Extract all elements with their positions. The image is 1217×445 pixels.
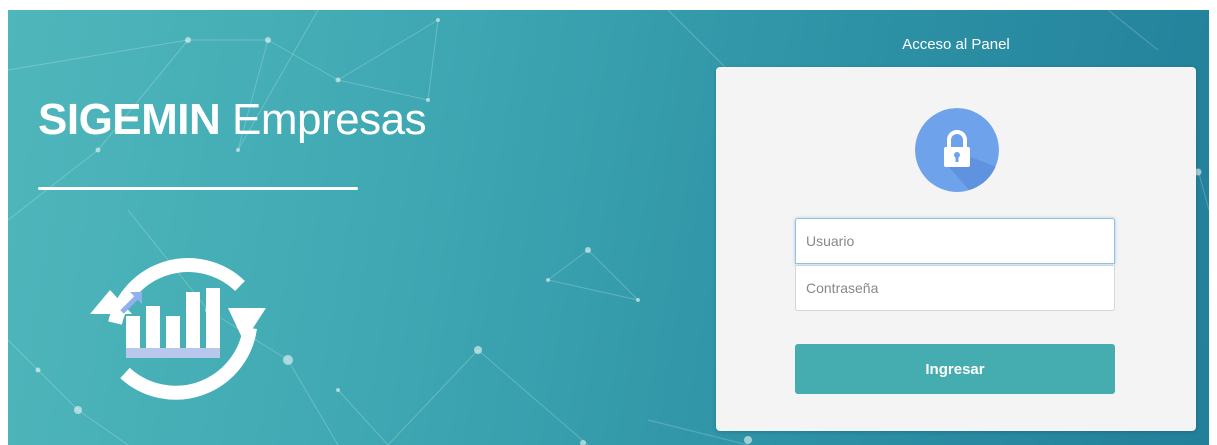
login-submit-button[interactable]: Ingresar — [795, 344, 1115, 394]
brand-divider — [38, 187, 358, 190]
brand-name-light: Empresas — [232, 95, 427, 144]
brand-title: SIGEMIN Empresas — [38, 95, 427, 145]
lock-icon — [915, 108, 999, 192]
sync-bar-chart-icon — [90, 258, 266, 400]
username-input[interactable] — [795, 218, 1115, 264]
panel-heading: Acceso al Panel — [902, 36, 1010, 53]
brand-name-strong: SIGEMIN — [38, 95, 221, 144]
password-input[interactable] — [795, 265, 1115, 311]
login-card: Ingresar — [716, 67, 1196, 431]
login-page-background: SIGEMIN Empresas Acceso al Panel Usuario… — [8, 10, 1209, 445]
